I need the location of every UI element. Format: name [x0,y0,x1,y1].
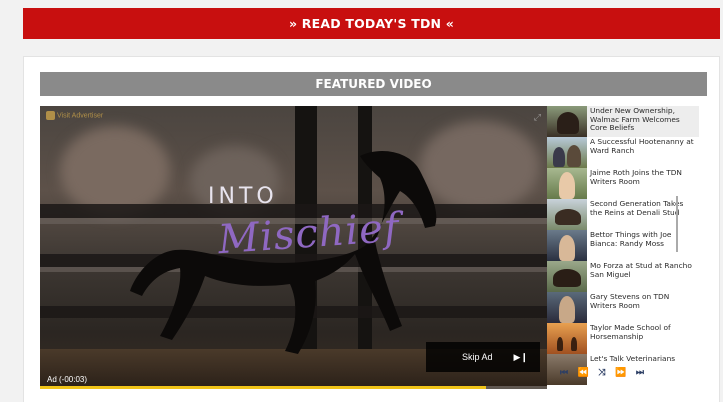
last-video-icon[interactable]: ⏭ [636,368,644,378]
section-title-text: FEATURED VIDEO [315,77,432,91]
playlist-item[interactable]: A Successful Hootenanny at Ward Ranch [547,137,699,168]
video-thumbnail [547,168,587,199]
playlist-item-title: Mo Forza at Stud at Rancho San Miguel [590,261,692,279]
playlist-item[interactable]: Taylor Made School of Horsemanship [547,323,699,354]
skip-ad-button[interactable]: Skip Ad ▶❙ [426,342,540,372]
video-thumbnail [547,199,587,230]
playlist-item-title: Gary Stevens on TDN Writers Room [590,292,670,310]
advertiser-link-label: Visit Advertiser [57,112,104,120]
playlist-item-title: A Successful Hootenanny at Ward Ranch [590,137,694,155]
expand-icon[interactable]: ⤢ [534,112,541,123]
first-video-icon[interactable]: ⏮ [560,368,568,378]
playlist-controls: ⏮ ⏪ ⤨ ⏩ ⏭ [560,368,644,378]
video-thumbnail [547,261,587,292]
playlist-item[interactable]: Mo Forza at Stud at Rancho San Miguel [547,261,699,292]
video-player[interactable]: Visit Advertiser ⤢ INTO Mischief Ad (-00… [40,106,547,389]
video-thumbnail [547,137,587,168]
playlist-item[interactable]: Jaime Roth Joins the TDN Writers Room [547,168,699,199]
banner-label: » READ TODAY'S TDN « [288,16,455,31]
video-playlist[interactable]: Under New Ownership, Walmac Farm Welcome… [547,106,707,386]
skip-next-icon: ▶❙ [513,351,528,362]
video-thumbnail [547,323,587,354]
skip-ad-label: Skip Ad [462,352,493,362]
playlist-item-title: Jaime Roth Joins the TDN Writers Room [590,168,682,186]
ad-progress-bar [40,386,547,389]
video-thumbnail [547,106,587,137]
playlist-item[interactable]: Under New Ownership, Walmac Farm Welcome… [547,106,699,137]
video-thumbnail [547,230,587,261]
featured-video-card: FEATURED VIDEO Visit Advertiser ⤢ INTO M… [23,56,720,402]
playlist-scrollbar[interactable] [676,196,678,252]
advertiser-logo-icon [46,111,55,120]
playlist-item-title: Taylor Made School of Horsemanship [590,323,671,341]
featured-video-heading: FEATURED VIDEO [40,72,707,96]
read-todays-tdn-banner[interactable]: » READ TODAY'S TDN « [23,8,720,39]
playlist-item-title: Bettor Things with Joe Bianca: Randy Mos… [590,230,672,248]
ad-timer: Ad (-00:03) [47,375,88,384]
shuffle-icon[interactable]: ⤨ [598,368,605,378]
playlist-item[interactable]: Gary Stevens on TDN Writers Room [547,292,699,323]
ad-progress-fill [40,386,487,389]
visit-advertiser-link[interactable]: Visit Advertiser [46,111,103,120]
previous-video-icon[interactable]: ⏪ [578,368,589,378]
playlist-item-title: Under New Ownership, Walmac Farm Welcome… [590,106,680,132]
overlay-title-into: INTO [208,184,278,209]
video-thumbnail [547,292,587,323]
playlist-item-title: Second Generation Takes the Reins at Den… [590,199,684,217]
next-video-icon[interactable]: ⏩ [615,368,626,378]
